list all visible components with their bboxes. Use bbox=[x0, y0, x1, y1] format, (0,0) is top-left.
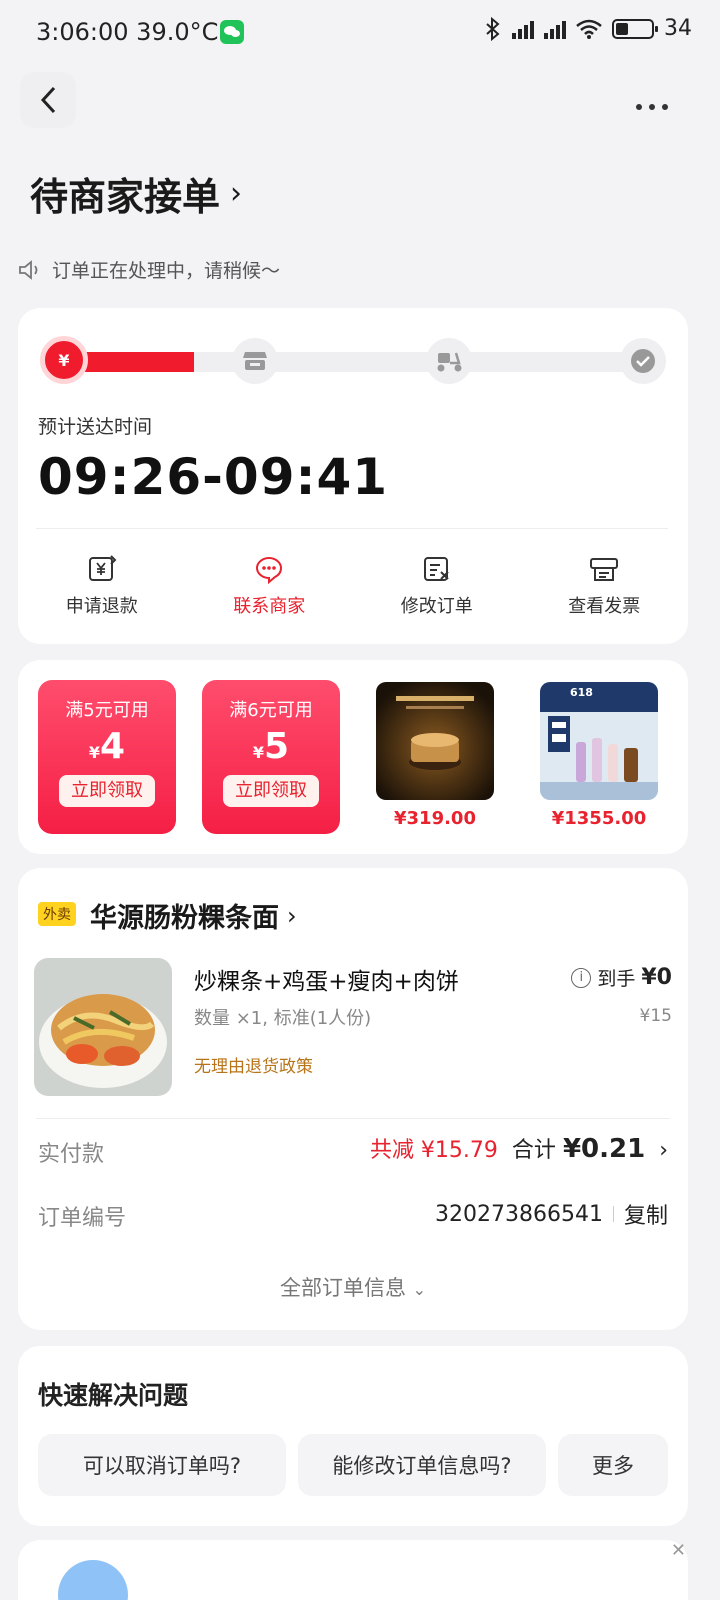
store-icon bbox=[232, 338, 278, 384]
scooter-icon bbox=[426, 338, 472, 384]
back-button[interactable] bbox=[20, 72, 76, 128]
bottom-card bbox=[18, 1540, 688, 1600]
faq-modify-order[interactable]: 能修改订单信息吗? bbox=[298, 1434, 546, 1496]
coupon-condition: 满5元可用 bbox=[65, 700, 149, 721]
step-paid-icon: ¥ bbox=[40, 336, 88, 384]
status-time: 3:06:00 39.0°C bbox=[36, 18, 219, 46]
refund-icon bbox=[88, 555, 117, 581]
wechat-icon bbox=[220, 20, 244, 44]
order-card: 外卖 华源肠粉粿条面 › 炒粿条+鸡蛋+瘦肉+肉饼 数量 ×1, 标准(1人份) … bbox=[18, 868, 688, 1330]
coupon-condition: 满6元可用 bbox=[229, 700, 313, 721]
coupon-card[interactable]: 满5元可用 ¥4 立即领取 bbox=[38, 680, 176, 834]
quick-help-title: 快速解决问题 bbox=[38, 1381, 189, 1410]
item-name: 炒粿条+鸡蛋+瘦肉+肉饼 bbox=[194, 969, 459, 995]
battery-icon bbox=[612, 18, 658, 39]
eta-value: 09:26-09:41 bbox=[38, 448, 389, 506]
all-order-info-toggle[interactable]: 全部订单信息 ⌄ bbox=[18, 1272, 688, 1302]
faq-more[interactable]: 更多 bbox=[558, 1434, 668, 1496]
bluetooth-icon bbox=[486, 16, 500, 41]
product-image-skincare-cream[interactable] bbox=[376, 682, 494, 800]
wifi-icon bbox=[576, 19, 602, 39]
coupon-amount: ¥5 bbox=[252, 726, 290, 767]
item-net-price[interactable]: i 到手 ¥0 bbox=[571, 964, 672, 991]
page-title[interactable]: 待商家接单 › bbox=[30, 166, 242, 221]
faq-cancel-order[interactable]: 可以取消订单吗? bbox=[38, 1434, 286, 1496]
invoice-icon bbox=[590, 558, 619, 581]
divider bbox=[36, 1118, 670, 1119]
avatar bbox=[58, 1560, 128, 1600]
order-actions: 申请退款 联系商家 修改订单 查看发票 bbox=[18, 554, 688, 618]
separator bbox=[612, 1206, 614, 1222]
claim-coupon-button[interactable]: 立即领取 bbox=[59, 775, 155, 807]
signal-icon bbox=[512, 19, 534, 39]
coupon-card[interactable]: 满6元可用 ¥5 立即领取 bbox=[202, 680, 340, 834]
chevron-right-icon: › bbox=[287, 901, 297, 930]
delivered-check-icon bbox=[620, 338, 666, 384]
order-number: 320273866541 bbox=[435, 1201, 603, 1227]
progress-fill bbox=[78, 352, 194, 372]
return-policy: 无理由退货政策 bbox=[194, 1057, 313, 1077]
promo-card: 满5元可用 ¥4 立即领取 满6元可用 ¥5 立即领取 ¥319.00 618 … bbox=[18, 660, 688, 854]
info-icon: i bbox=[571, 967, 592, 988]
claim-coupon-button[interactable]: 立即领取 bbox=[223, 775, 319, 807]
payment-summary[interactable]: 共减 ¥15.79 合计 ¥0.21 › bbox=[370, 1132, 668, 1164]
battery-level: 34 bbox=[664, 16, 692, 41]
item-spec: 数量 ×1, 标准(1人份) bbox=[194, 1008, 372, 1029]
contact-merchant-button[interactable]: 联系商家 bbox=[186, 554, 354, 618]
more-menu-button[interactable] bbox=[636, 104, 668, 110]
order-number-row: 320273866541 复制 bbox=[435, 1198, 668, 1230]
chevron-right-icon: › bbox=[230, 176, 243, 211]
item-original-price: ¥15 bbox=[639, 1006, 672, 1026]
edit-order-icon bbox=[423, 557, 449, 581]
chat-icon bbox=[256, 556, 283, 584]
discount-total: 共减 ¥15.79 bbox=[369, 1138, 498, 1163]
product-image-skincare-set[interactable]: 618 bbox=[540, 682, 658, 800]
store-name-link[interactable]: 华源肠粉粿条面 › bbox=[90, 896, 297, 935]
product-price: ¥319.00 bbox=[394, 808, 476, 829]
product-price: ¥1355.00 bbox=[551, 808, 647, 829]
food-image[interactable] bbox=[34, 958, 172, 1096]
quick-help-card: 快速解决问题 可以取消订单吗? 能修改订单信息吗? 更多 bbox=[18, 1346, 688, 1526]
coupon-amount: ¥4 bbox=[88, 726, 126, 767]
delivery-tag: 外卖 bbox=[38, 902, 76, 926]
copy-button[interactable]: 复制 bbox=[624, 1198, 668, 1230]
order-notice: 订单正在处理中，请稍候～ bbox=[18, 256, 280, 283]
order-number-label: 订单编号 bbox=[38, 1206, 127, 1231]
speaker-icon bbox=[19, 259, 38, 280]
close-icon[interactable]: ✕ bbox=[671, 1540, 686, 1561]
status-indicators: 34 bbox=[484, 16, 692, 41]
modify-order-button[interactable]: 修改订单 bbox=[353, 554, 521, 618]
paid-label: 实付款 bbox=[38, 1142, 105, 1167]
chevron-right-icon: › bbox=[659, 1138, 668, 1163]
product-badge: 618 bbox=[570, 686, 593, 699]
refund-button[interactable]: 申请退款 bbox=[18, 554, 186, 618]
signal-icon-2 bbox=[544, 19, 566, 39]
order-total: 合计 ¥0.21 bbox=[511, 1134, 646, 1164]
divider bbox=[36, 528, 668, 529]
progress-card: ¥ 预计送达时间 09:26-09:41 申请退款 联系商家 修改订单 查看发票 bbox=[18, 308, 688, 644]
view-invoice-button[interactable]: 查看发票 bbox=[521, 554, 689, 618]
chevron-left-icon bbox=[40, 86, 56, 114]
eta-label: 预计送达时间 bbox=[38, 416, 153, 438]
chevron-down-icon: ⌄ bbox=[412, 1280, 427, 1299]
